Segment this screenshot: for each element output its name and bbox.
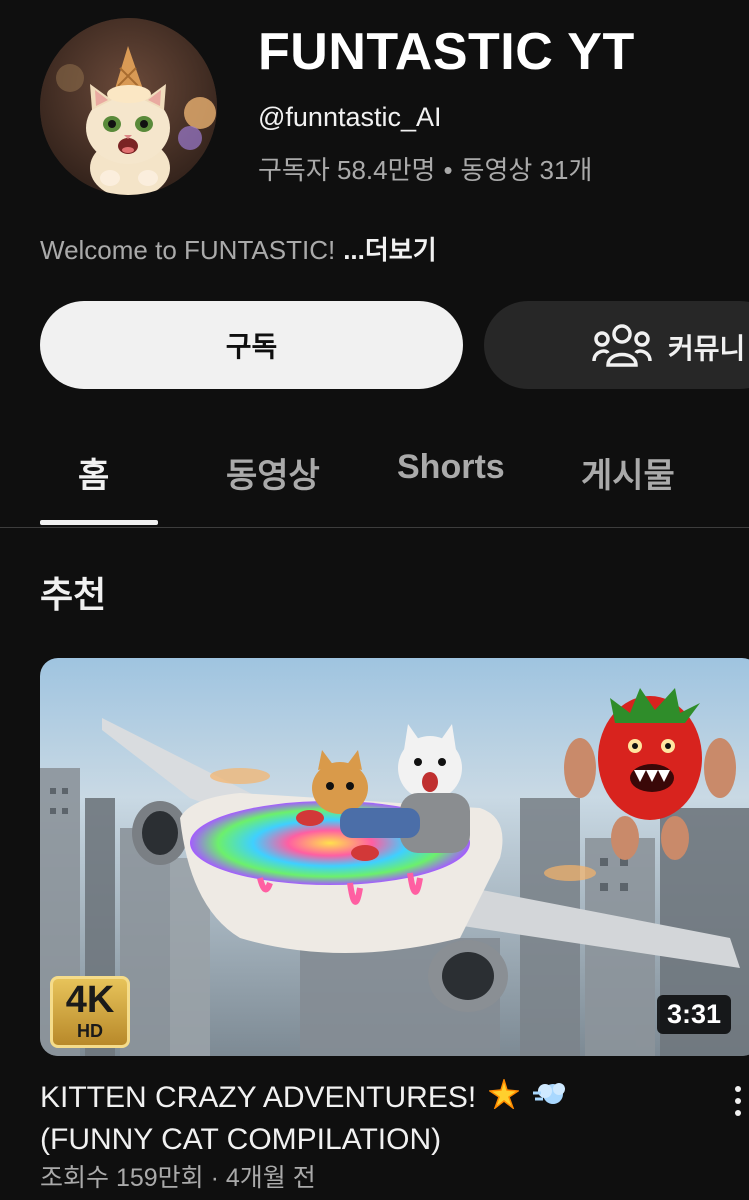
description-text: Welcome to FUNTASTIC! <box>40 235 336 265</box>
sparkle-icon <box>487 1076 520 1120</box>
people-group-icon <box>592 324 652 367</box>
channel-title: FUNTASTIC YT <box>258 23 635 81</box>
badge-4k-label: 4K <box>65 979 115 1021</box>
video-duration: 3:31 <box>657 995 732 1034</box>
thumbnail-image <box>40 658 749 1056</box>
4k-hd-badge: 4K HD <box>50 976 130 1048</box>
video-title[interactable]: KITTEN CRAZY ADVENTURES! (FUNNY CAT COMP… <box>40 1076 690 1160</box>
badge-hd-label: HD <box>77 1021 103 1041</box>
tab-videos[interactable]: 동영상 <box>226 448 320 497</box>
active-tab-indicator <box>40 520 158 525</box>
video-thumbnail[interactable] <box>40 658 749 1056</box>
view-count: 조회수 159만회 <box>40 1164 204 1192</box>
channel-tabs: 홈 동영상 Shorts 게시물 <box>0 410 749 528</box>
tab-home[interactable]: 홈 <box>78 448 109 497</box>
section-title: 추천 <box>40 574 107 615</box>
channel-stats: 구독자 58.4만명 • 동영상 31개 <box>258 150 592 187</box>
channel-description[interactable]: Welcome to FUNTASTIC! ...더보기 <box>40 230 437 267</box>
tab-shorts[interactable]: Shorts <box>397 448 505 487</box>
video-count: 동영상 31개 <box>460 155 593 185</box>
community-label: 커뮤니 <box>668 333 746 364</box>
tab-posts[interactable]: 게시물 <box>581 448 675 497</box>
community-button[interactable]: 커뮤니 <box>484 301 749 389</box>
subscribe-button[interactable]: 구독 <box>40 301 463 389</box>
video-title-line1: KITTEN CRAZY ADVENTURES! <box>40 1081 477 1114</box>
channel-page: FUNTASTIC YT @funntastic_AI 구독자 58.4만명 • 동… <box>0 0 749 1200</box>
upload-age: 4개월 전 <box>225 1164 316 1192</box>
video-title-line2: (FUNNY CAT COMPILATION) <box>40 1122 442 1156</box>
channel-avatar[interactable] <box>40 18 217 195</box>
cat-with-ice-cream-cone-icon <box>40 18 217 195</box>
meta-separator: · <box>210 1164 219 1192</box>
stats-separator: • <box>443 155 453 185</box>
channel-handle: @funntastic_AI <box>258 102 442 132</box>
dash-cloud-icon <box>531 1079 567 1120</box>
video-meta: 조회수 159만회 · 4개월 전 <box>40 1158 316 1194</box>
more-vert-icon[interactable] <box>730 1086 746 1126</box>
subscriber-count: 구독자 58.4만명 <box>258 155 436 185</box>
more-link[interactable]: ...더보기 <box>343 235 436 265</box>
